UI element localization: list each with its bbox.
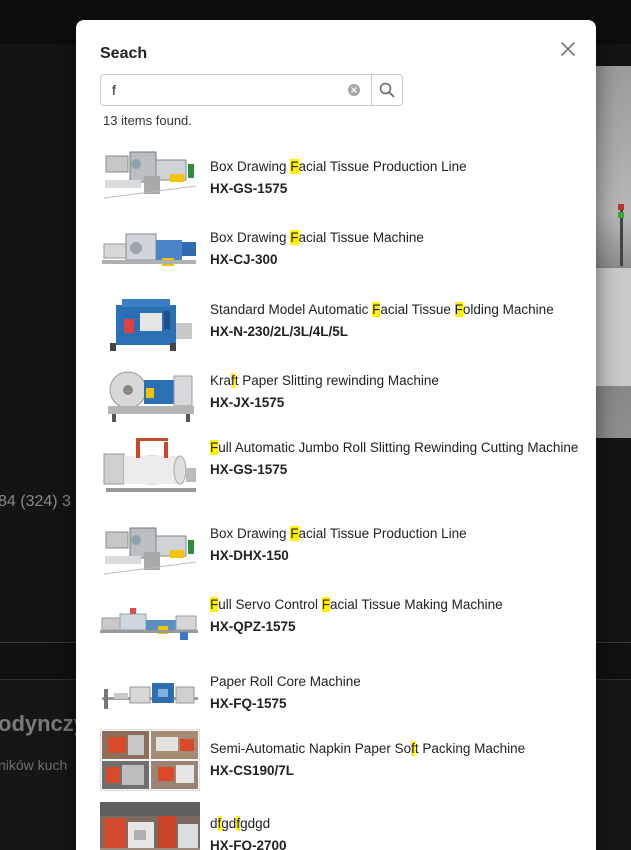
result-name[interactable]: Standard Model Automatic Facial Tissue F… (210, 299, 580, 321)
result-model: HX-FQ-1575 (210, 696, 287, 711)
result-name[interactable]: Box Drawing Facial Tissue Production Lin… (210, 523, 580, 545)
result-text: Box Drawing Facial Tissue Machine HX-CJ-3… (210, 227, 580, 271)
background-product-image (596, 66, 631, 438)
close-button[interactable] (556, 37, 580, 61)
match-highlight: f (231, 373, 235, 388)
result-model: HX-GS-1575 (210, 181, 288, 196)
result-model: HX-N-230/2L/3L/4L/5L (210, 324, 349, 339)
match-highlight: F (210, 440, 219, 455)
result-name[interactable]: Box Drawing Facial Tissue Production Lin… (210, 156, 580, 178)
result-text: Standard Model Automatic Facial Tissue F… (210, 299, 580, 343)
search-icon (379, 82, 395, 98)
result-item[interactable]: Kraft Paper Slitting rewinding Machine HX… (100, 361, 580, 433)
result-name[interactable]: Semi-Automatic Napkin Paper Soft Packing… (210, 738, 580, 760)
result-count: 13 items found. (103, 113, 192, 128)
match-highlight: f (411, 741, 415, 756)
result-name[interactable]: Paper Roll Core Machine (210, 671, 580, 693)
search-button[interactable] (371, 75, 402, 105)
result-model: HX-CS190/7L (210, 763, 295, 778)
result-thumbnail[interactable] (100, 802, 200, 850)
clear-icon (351, 87, 357, 93)
result-thumbnail[interactable] (100, 146, 200, 208)
result-item[interactable]: Semi-Automatic Napkin Paper Soft Packing… (100, 729, 580, 801)
close-icon (561, 42, 575, 56)
match-highlight: F (210, 597, 219, 612)
result-item[interactable]: Box Drawing Facial Tissue Machine HX-CJ-3… (100, 218, 580, 290)
result-model: HX-QPZ-1575 (210, 619, 296, 634)
result-text: Box Drawing Facial Tissue Production Lin… (210, 156, 580, 200)
result-model: HX-FQ-2700 (210, 838, 287, 850)
match-highlight: F (290, 159, 299, 174)
search-box (100, 74, 403, 106)
search-input[interactable] (101, 75, 371, 105)
result-name[interactable]: Full Servo Control Facial Tissue Making … (210, 594, 580, 616)
result-name[interactable]: Kraft Paper Slitting rewinding Machine (210, 370, 580, 392)
result-thumbnail[interactable] (100, 438, 200, 500)
match-highlight: F (454, 302, 463, 317)
result-name[interactable]: Full Automatic Jumbo Roll Slitting Rewin… (210, 437, 580, 459)
result-thumbnail[interactable] (100, 522, 200, 584)
match-highlight: f (217, 816, 222, 831)
result-text: Box Drawing Facial Tissue Production Lin… (210, 523, 580, 567)
match-highlight: F (372, 302, 381, 317)
background-phone-text: 84 (324) 3 (0, 493, 71, 510)
result-thumbnail[interactable] (100, 295, 200, 357)
result-thumbnail[interactable] (100, 667, 200, 729)
background-heading: odynczy (0, 711, 87, 736)
result-thumbnail[interactable] (100, 592, 200, 654)
match-highlight: f (236, 816, 241, 831)
result-name[interactable]: dfgdfgdgd (210, 813, 580, 835)
result-name[interactable]: Box Drawing Facial Tissue Machine (210, 227, 580, 249)
match-highlight: F (290, 230, 299, 245)
result-thumbnail[interactable] (100, 366, 200, 428)
match-highlight: F (290, 526, 299, 541)
result-thumbnail[interactable] (100, 222, 200, 284)
match-highlight: F (321, 597, 331, 612)
clear-search-button[interactable] (348, 84, 360, 96)
background-text: ników kuch (0, 757, 68, 773)
result-model: HX-JX-1575 (210, 395, 285, 410)
result-text: Full Automatic Jumbo Roll Slitting Rewin… (210, 437, 580, 481)
result-text: Kraft Paper Slitting rewinding Machine HX… (210, 370, 580, 414)
result-model: HX-DHX-150 (210, 548, 289, 563)
result-text: dfgdfgdgd HX-FQ-2700 (210, 813, 580, 850)
result-text: Semi-Automatic Napkin Paper Soft Packing… (210, 738, 580, 782)
search-modal: Seach 13 items found. Box Draw (76, 20, 596, 850)
modal-title: Seach (100, 45, 148, 62)
result-text: Paper Roll Core Machine HX-FQ-1575 (210, 671, 580, 715)
result-item[interactable]: Box Drawing Facial Tissue Production Lin… (100, 518, 580, 590)
result-item[interactable]: dfgdfgdgd HX-FQ-2700 (100, 802, 580, 850)
result-model: HX-GS-1575 (210, 462, 288, 477)
result-item[interactable]: Paper Roll Core Machine HX-FQ-1575 (100, 661, 580, 733)
result-item[interactable]: Full Servo Control Facial Tissue Making … (100, 590, 580, 662)
result-item[interactable]: Full Automatic Jumbo Roll Slitting Rewin… (100, 432, 580, 504)
result-item[interactable]: Standard Model Automatic Facial Tissue F… (100, 289, 580, 361)
result-item[interactable]: Box Drawing Facial Tissue Production Lin… (100, 146, 580, 218)
result-model: HX-CJ-300 (210, 252, 278, 267)
result-text: Full Servo Control Facial Tissue Making … (210, 594, 580, 638)
result-thumbnail[interactable] (100, 729, 200, 791)
